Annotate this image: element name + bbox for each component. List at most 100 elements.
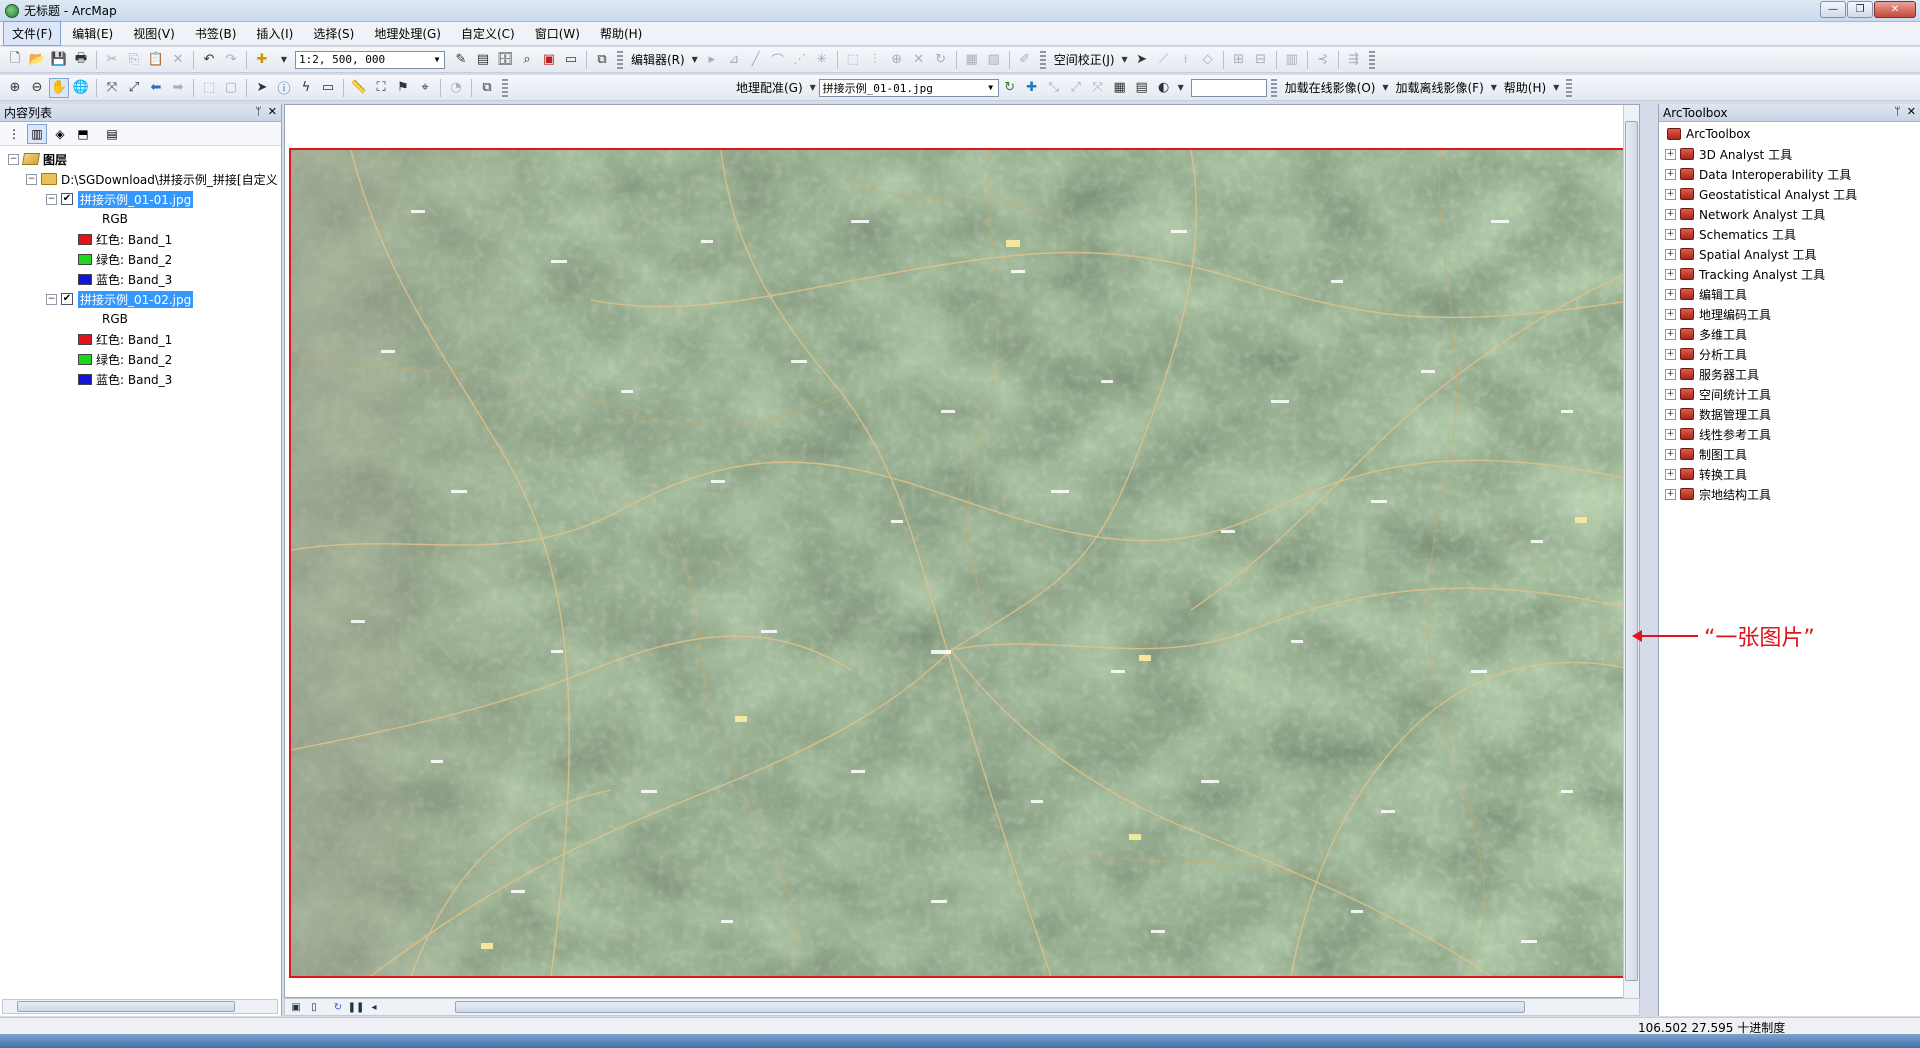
list-by-source-icon[interactable]: ▥ [27,123,47,144]
expand-icon[interactable]: + [1665,208,1676,220]
toolbox-item[interactable]: + 地理编码工具 [1659,304,1920,324]
toolbox-item[interactable]: + 服务器工具 [1659,364,1920,384]
toolbox-item[interactable]: + Data Interoperability 工具 [1659,164,1920,184]
select-elements-icon[interactable]: ➤ [1132,50,1152,70]
search-window-icon[interactable]: ⌕ [517,50,537,70]
delete-icon[interactable]: ✕ [168,50,188,70]
point-icon[interactable]: ✳ [812,50,832,70]
close-icon[interactable]: ✕ [1907,105,1916,118]
modify-link-icon[interactable]: ⟊ [1176,50,1196,70]
delete-link-icon[interactable]: ⤧ [1088,78,1108,98]
list-by-drawing-order-icon[interactable]: ⋮ [4,124,24,144]
limited-adjustment-icon[interactable]: ▥ [1282,50,1302,70]
green-band-swatch[interactable] [78,353,92,365]
layer-visibility-checkbox[interactable]: ✔ [61,293,73,305]
edit-vertices-icon[interactable]: ⬚ [843,50,863,70]
band-row[interactable]: 绿色: Band_2 [78,350,172,368]
minimize-button[interactable]: — [1820,1,1846,18]
load-online-imagery-menu[interactable]: 加载在线影像(O) [1285,79,1376,96]
menu-windows[interactable]: 窗口(W) [526,21,589,46]
fixed-zoom-out-icon[interactable]: ⤢ [124,78,144,98]
expand-icon[interactable]: + [1665,188,1676,200]
georef-layer-combo[interactable]: 拼接示例_01-01.jpg ▼ [818,78,999,97]
map-scale-combo[interactable]: 1:2, 500, 000 ▼ [295,50,445,69]
fixed-zoom-in-icon[interactable]: ⤧ [102,78,122,98]
multiple-link-icon[interactable]: ◇ [1198,50,1218,70]
menu-file[interactable]: 文件(F) [3,21,62,46]
menu-bookmarks[interactable]: 书签(B) [186,21,246,46]
measure-icon[interactable]: 📏 [349,78,369,98]
attributes-icon[interactable]: ▦ [962,50,982,70]
toolbar-grip[interactable] [617,50,623,69]
rotate-georef-icon[interactable]: ↻ [1000,78,1020,98]
blue-band-swatch[interactable] [78,273,92,285]
chevron-down-icon[interactable]: ▼ [1176,78,1186,98]
band-row[interactable]: 绿色: Band_2 [78,250,172,268]
chevron-down-icon[interactable]: ▼ [984,80,998,96]
map-vertical-scrollbar[interactable] [1623,105,1639,999]
layer-row[interactable]: − ✔ 拼接示例_01-01.jpg [46,190,194,208]
expand-icon[interactable]: + [1665,148,1676,160]
toolbar-grip[interactable] [502,78,508,97]
rotate-tool-icon[interactable]: ◐ [1154,78,1174,98]
band-row[interactable]: 蓝色: Band_3 [78,370,172,388]
select-features-icon[interactable]: ⬚ [199,78,219,98]
time-slider-icon[interactable]: ◔ [446,78,466,98]
add-data-dropdown-icon[interactable]: ▼ [274,50,294,70]
python-window-icon[interactable]: ▭ [561,50,581,70]
chevron-down-icon[interactable]: ▼ [690,50,700,70]
menu-view[interactable]: 视图(V) [124,21,184,46]
toolbox-item[interactable]: + 制图工具 [1659,444,1920,464]
reshape-icon[interactable]: ⫶ [865,50,885,70]
cut-polygons-icon[interactable]: ⊕ [887,50,907,70]
rotation-angle-input[interactable] [1190,78,1267,97]
tree-folder[interactable]: − D:\SGDownload\拼接示例_拼接[自定义 [26,170,278,188]
rotate-icon[interactable]: ↻ [931,50,951,70]
open-folder-icon[interactable]: 📂 [27,50,47,70]
collapse-icon[interactable]: − [8,153,19,165]
layer-name[interactable]: 拼接示例_01-01.jpg [78,190,194,208]
select-elements-arrow-icon[interactable]: ➤ [252,78,272,98]
identify-icon[interactable]: ⓘ [274,78,294,98]
data-view-icon[interactable]: ▣ [289,1000,303,1014]
expand-icon[interactable]: + [1665,408,1676,420]
chevron-down-icon[interactable]: ▼ [1380,78,1390,98]
expand-icon[interactable]: + [1665,448,1676,460]
close-button[interactable]: ✕ [1874,1,1916,18]
copy-icon[interactable]: ⎘ [124,50,144,70]
expand-icon[interactable]: + [1665,288,1676,300]
pan-hand-icon[interactable]: ✋ [49,77,69,98]
list-by-visibility-icon[interactable]: ◈ [50,124,70,144]
menu-customize[interactable]: 自定义(C) [452,21,524,46]
find-route-icon[interactable]: ⚑ [393,78,413,98]
toolbox-item[interactable]: + 转换工具 [1659,464,1920,484]
cut-icon[interactable]: ✂ [102,50,122,70]
chevron-down-icon[interactable]: ▼ [1120,50,1130,70]
layer-visibility-checkbox[interactable]: ✔ [61,193,73,205]
go-forward-arrow-icon[interactable]: ➡ [168,78,188,98]
satellite-image-extent[interactable] [289,148,1637,978]
spatial-adjustment-menu[interactable]: 空间校正(J) [1054,51,1115,68]
expand-icon[interactable]: + [1665,228,1676,240]
toolbar-grip[interactable] [1566,78,1573,97]
toolbox-item[interactable]: + 线性参考工具 [1659,424,1920,444]
hyperlink-icon[interactable]: ϟ [296,78,316,98]
toolbox-item[interactable]: + Schematics 工具 [1659,224,1920,244]
attribute-transfer-icon[interactable]: ⇶ [1344,50,1364,70]
expand-icon[interactable]: + [1665,248,1676,260]
expand-icon[interactable]: + [1665,428,1676,440]
expand-icon[interactable]: + [1665,328,1676,340]
model-builder-icon[interactable]: ⧉ [592,50,612,70]
new-displacement-link-icon[interactable]: ⟋ [1154,50,1174,70]
toolbar-grip[interactable] [1368,50,1375,69]
html-popup-icon[interactable]: ▭ [318,78,338,98]
editor-menu[interactable]: 编辑器(R) [631,51,685,68]
zoom-to-selected-link-icon[interactable]: ⤢ [1066,78,1086,98]
toc-horizontal-scrollbar[interactable] [2,999,278,1014]
toolbox-item[interactable]: + 数据管理工具 [1659,404,1920,424]
expand-icon[interactable]: + [1665,168,1676,180]
end-point-arc-icon[interactable]: ⌒ [768,50,788,70]
scrollbar-thumb[interactable] [1625,121,1638,981]
zoom-in-icon[interactable]: ⊕ [5,78,25,98]
band-row[interactable]: 红色: Band_1 [78,330,172,348]
